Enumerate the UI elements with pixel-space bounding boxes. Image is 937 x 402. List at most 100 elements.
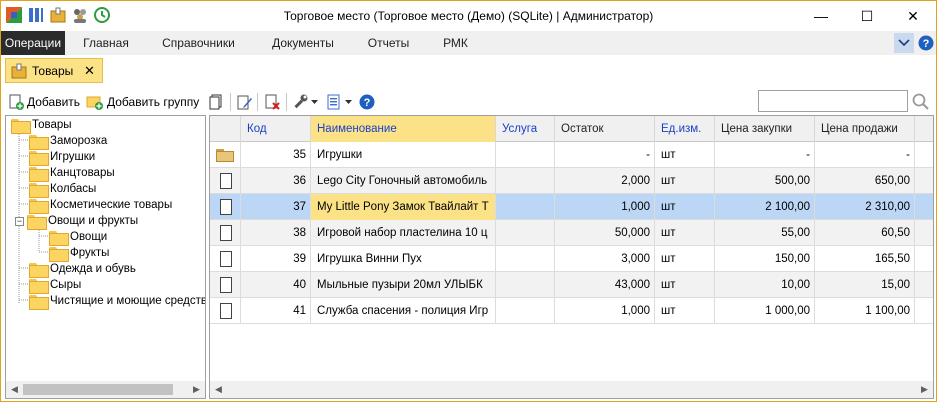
cell-service [496, 194, 555, 220]
cell-sale-price: 650,00 [815, 168, 915, 194]
scroll-left-icon[interactable]: ◀ [6, 381, 23, 398]
cell-unit: шт [655, 298, 715, 324]
folder-icon [29, 278, 49, 294]
header-sale-price[interactable]: Цена продажи [815, 116, 915, 142]
scroll-thumb[interactable] [23, 384, 173, 395]
tree-item-sausages[interactable]: Колбасы [29, 181, 97, 198]
toolbar-separator [230, 93, 231, 111]
scroll-left-icon[interactable]: ◀ [210, 381, 227, 398]
tab-operations[interactable]: Операции [1, 31, 65, 55]
close-tab-icon[interactable]: ✕ [81, 62, 98, 79]
grid-header: Код Наименование Услуга Остаток Ед.изм. … [210, 116, 933, 142]
search-button[interactable] [911, 92, 931, 112]
products-icon [11, 63, 27, 78]
tab-references[interactable]: Справочники [151, 31, 246, 55]
table-row[interactable]: 37 My Little Pony Замок Твайлайт Т 1,000 шт… [210, 194, 933, 220]
doc-tab-products[interactable]: Товары ✕ [5, 58, 103, 83]
cell-unit: шт [655, 272, 715, 298]
table-row[interactable]: 40 Мыльные пузыри 20мл УЛЫБК 43,000 шт 10,00… [210, 272, 933, 298]
table-row[interactable]: 35 Игрушки - шт - - [210, 142, 933, 168]
cell-sale-price: 15,00 [815, 272, 915, 298]
document-icon [220, 303, 232, 319]
tree-item-clothing[interactable]: Одежда и обувь [29, 261, 136, 278]
title-bar: Торговое место (Торговое место (Демо) (S… [1, 1, 936, 31]
collapse-toggle-icon[interactable]: − [15, 216, 24, 226]
folder-icon [29, 150, 49, 166]
tab-documents[interactable]: Документы [263, 31, 343, 55]
svg-text:?: ? [923, 38, 930, 50]
tree-item-vegetables[interactable]: Овощи [49, 229, 107, 246]
tab-reports[interactable]: Отчеты [361, 31, 416, 55]
tree-item-fruits[interactable]: Фрукты [49, 245, 109, 262]
cell-service [496, 168, 555, 194]
cell-type [210, 142, 241, 168]
folder-icon [29, 294, 49, 310]
cell-purchase-price: 10,00 [715, 272, 815, 298]
document-icon [220, 225, 232, 241]
help-button[interactable]: ? [916, 33, 936, 53]
cell-type [210, 272, 241, 298]
cell-purchase-price: 150,00 [715, 246, 815, 272]
tree-item-label: Колбасы [50, 183, 97, 195]
cell-purchase-price: 500,00 [715, 168, 815, 194]
header-service[interactable]: Услуга [496, 116, 555, 142]
delete-button[interactable] [264, 92, 280, 112]
copy-icon [209, 94, 222, 110]
header-purchase-price[interactable]: Цена закупки [715, 116, 815, 142]
cell-service [496, 220, 555, 246]
table-row[interactable]: 39 Игрушка Винни Пух 3,000 шт 150,00 165,50 [210, 246, 933, 272]
grid-horizontal-scrollbar[interactable]: ◀ ▶ [210, 381, 933, 398]
tree-item-root[interactable]: Товары [11, 117, 72, 134]
tab-pos[interactable]: РМК [433, 31, 478, 55]
cell-unit: шт [655, 194, 715, 220]
document-icon [220, 251, 232, 267]
tree-item-vegetables-fruits[interactable]: − Овощи и фрукты [15, 213, 138, 230]
tree-item-cheeses[interactable]: Сыры [29, 277, 81, 294]
tools-dropdown[interactable] [292, 92, 318, 112]
help-icon: ? [359, 94, 375, 110]
header-unit[interactable]: Ед.изм. [655, 116, 715, 142]
cell-unit: шт [655, 168, 715, 194]
cell-name: Игрушки [311, 142, 496, 168]
table-row[interactable]: 38 Игровой набор пластелина 10 ц 50,000 шт 5… [210, 220, 933, 246]
table-row[interactable]: 41 Служба спасения - полиция Игр 1,000 шт 1 … [210, 298, 933, 324]
header-name[interactable]: Наименование [311, 116, 496, 142]
table-row[interactable]: 36 Lego City Гоночный автомобиль 2,000 шт 50… [210, 168, 933, 194]
scroll-right-icon[interactable]: ▶ [188, 381, 205, 398]
cell-sale-price: 2 310,00 [815, 194, 915, 220]
close-button[interactable]: ✕ [890, 1, 936, 31]
ribbon-tabs: Операции Главная Справочники Документы О… [1, 31, 936, 55]
tab-home[interactable]: Главная [76, 31, 136, 55]
cell-purchase-price: 1 000,00 [715, 298, 815, 324]
header-icon-column [210, 116, 241, 142]
collapse-ribbon-button[interactable] [894, 33, 914, 53]
header-stock[interactable]: Остаток [555, 116, 655, 142]
tree-item-stationery[interactable]: Канцтовары [29, 165, 115, 182]
add-group-button[interactable]: Добавить группу [86, 92, 199, 112]
copy-button[interactable] [208, 92, 224, 112]
tree-item-frozen[interactable]: Заморозка [29, 133, 107, 150]
header-code[interactable]: Код [241, 116, 311, 142]
edit-button[interactable] [236, 92, 252, 112]
toolbar-help-button[interactable]: ? [359, 92, 375, 112]
tree-item-cosmetics[interactable]: Косметические товары [29, 197, 172, 214]
add-button-label: Добавить [27, 95, 81, 109]
tree-item-label: Одежда и обувь [50, 263, 136, 275]
tree-item-cleaning[interactable]: Чистящие и моющие средства [29, 293, 205, 310]
add-button[interactable]: Добавить [8, 92, 80, 112]
wrench-icon [294, 94, 308, 109]
scroll-right-icon[interactable]: ▶ [916, 381, 933, 398]
maximize-button[interactable]: ☐ [844, 1, 890, 31]
toolbar-separator [257, 93, 258, 111]
minimize-button[interactable]: — [798, 1, 844, 31]
cell-service [496, 298, 555, 324]
search-input[interactable] [758, 90, 908, 112]
cell-stock: - [555, 142, 655, 168]
delete-icon [265, 94, 280, 110]
cell-sale-price: - [815, 142, 915, 168]
cell-stock: 3,000 [555, 246, 655, 272]
folder-icon [216, 149, 234, 162]
list-view-dropdown[interactable] [326, 92, 352, 112]
tree-item-toys[interactable]: Игрушки [29, 149, 95, 166]
tree-horizontal-scrollbar[interactable]: ◀ ▶ [6, 381, 205, 398]
